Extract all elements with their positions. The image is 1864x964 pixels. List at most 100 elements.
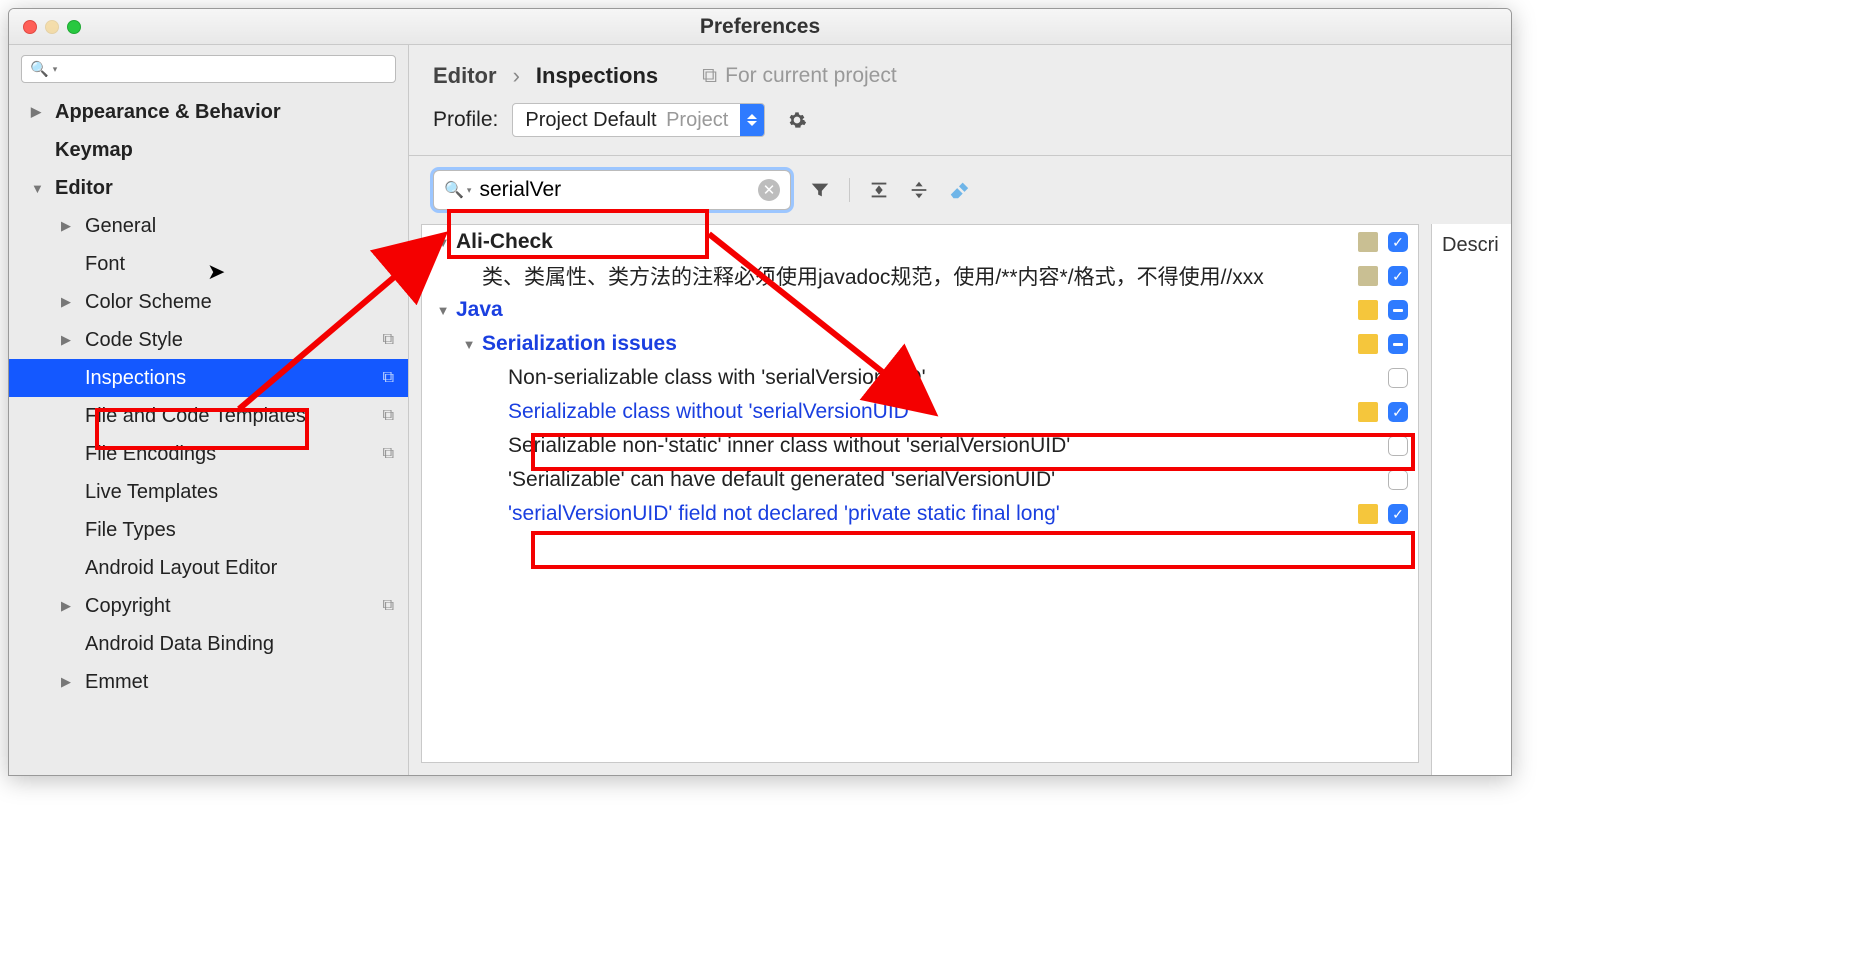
inspection-row[interactable]: 'Serializable' can have default generate… — [422, 463, 1418, 497]
search-icon: 🔍 — [30, 60, 49, 78]
checkbox[interactable]: ✓ — [1388, 402, 1408, 422]
expand-all-icon[interactable] — [868, 179, 890, 201]
collapse-all-icon[interactable] — [908, 179, 930, 201]
sidebar-item-file-and-code-templates[interactable]: File and Code Templates⧉ — [9, 397, 408, 435]
profile-select[interactable]: Project Default Project — [512, 103, 765, 137]
copy-icon: ⧉ — [383, 445, 394, 463]
severity-icon — [1358, 232, 1378, 252]
sidebar-item-keymap[interactable]: Keymap — [9, 131, 408, 169]
checkbox[interactable] — [1388, 470, 1408, 490]
chevron-down-icon: ▾ — [467, 185, 472, 196]
close-icon[interactable] — [23, 20, 37, 34]
cursor-icon: ➤ — [207, 259, 225, 285]
sidebar-item-label: File Types — [85, 519, 176, 542]
chevron-icon: ▼ — [31, 181, 45, 196]
severity-icon — [1358, 266, 1378, 286]
sidebar-item-android-data-binding[interactable]: Android Data Binding — [9, 625, 408, 663]
inspection-row[interactable]: ▼ Serialization issues — [422, 327, 1418, 361]
sidebar-item-label: Code Style — [85, 329, 183, 352]
checkbox[interactable]: ✓ — [1388, 266, 1408, 286]
checkbox[interactable]: ✓ — [1388, 232, 1408, 252]
inspection-label: 'Serializable' can have default generate… — [508, 468, 1358, 492]
sidebar-item-emmet[interactable]: ▶ Emmet — [9, 663, 408, 701]
sidebar-item-copyright[interactable]: ▶Copyright⧉ — [9, 587, 408, 625]
inspection-label: Java — [456, 298, 1358, 322]
eraser-icon[interactable] — [948, 179, 970, 201]
window-title: Preferences — [700, 15, 820, 39]
chevron-icon: ▼ — [436, 303, 450, 318]
inspection-tree[interactable]: ▼ Ali-Check ✓ 类、类属性、类方法的注释必须使用javadoc规范，使用/… — [421, 224, 1419, 763]
gear-icon[interactable] — [787, 110, 807, 130]
severity-icon — [1358, 504, 1378, 524]
inspection-row[interactable]: 'serialVersionUID' field not declared 'p… — [422, 497, 1418, 531]
chevron-down-icon: ▾ — [53, 64, 58, 75]
window-controls — [9, 20, 81, 34]
sidebar-item-live-templates[interactable]: Live Templates — [9, 473, 408, 511]
scope-label: ⧉ For current project — [702, 64, 897, 88]
separator — [849, 178, 850, 202]
chevron-updown-icon[interactable] — [740, 104, 764, 136]
checkbox[interactable] — [1388, 436, 1408, 456]
inspection-search[interactable]: 🔍 ▾ ✕ — [433, 170, 791, 210]
main-panel: Editor › Inspections ⧉ For current proje… — [409, 45, 1511, 775]
description-panel: Descri — [1431, 224, 1511, 775]
inspection-label: Ali-Check — [456, 230, 1358, 254]
inspection-row[interactable]: Serializable class without 'serialVersio… — [422, 395, 1418, 429]
sidebar-item-file-types[interactable]: File Types — [9, 511, 408, 549]
checkbox[interactable] — [1388, 368, 1408, 388]
sidebar-search[interactable]: 🔍 ▾ — [21, 55, 396, 83]
inspection-toolbar: 🔍 ▾ ✕ — [409, 156, 1511, 224]
copy-icon: ⧉ — [383, 331, 394, 349]
description-header: Descri — [1432, 234, 1511, 257]
inspection-row[interactable]: Non-serializable class with 'serialVersi… — [422, 361, 1418, 395]
inspection-label: 类、类属性、类方法的注释必须使用javadoc规范，使用/**内容*/格式，不得… — [482, 261, 1358, 291]
sidebar-item-general[interactable]: ▶General — [9, 207, 408, 245]
breadcrumb-current: Inspections — [536, 63, 658, 89]
chevron-icon: ▶ — [61, 674, 75, 690]
sidebar-item-code-style[interactable]: ▶ Code Style ⧉ — [9, 321, 408, 359]
inspection-row[interactable]: ▼Ali-Check✓ — [422, 225, 1418, 259]
severity-icon — [1358, 402, 1378, 422]
checkbox[interactable] — [1388, 334, 1408, 354]
sidebar-item-inspections[interactable]: Inspections ⧉ — [9, 359, 408, 397]
sidebar-item-label: Android Layout Editor — [85, 557, 277, 580]
copy-icon: ⧉ — [383, 597, 394, 615]
chevron-icon: ▶ — [61, 332, 75, 348]
zoom-icon[interactable] — [67, 20, 81, 34]
sidebar-item-color-scheme[interactable]: ▶ Color Scheme — [9, 283, 408, 321]
chevron-icon: ▼ — [462, 337, 476, 352]
titlebar: Preferences — [9, 9, 1511, 45]
inspection-search-input[interactable] — [479, 178, 758, 202]
copy-icon: ⧉ — [383, 407, 394, 425]
copy-icon: ⧉ — [383, 369, 394, 387]
checkbox[interactable] — [1388, 300, 1408, 320]
chevron-icon: ▶ — [61, 294, 75, 310]
chevron-icon: ▶ — [31, 104, 45, 120]
sidebar-item-editor[interactable]: ▼Editor — [9, 169, 408, 207]
sidebar-item-file-encodings[interactable]: File Encodings ⧉ — [9, 435, 408, 473]
sidebar-search-input[interactable] — [63, 60, 387, 78]
inspection-row[interactable]: 类、类属性、类方法的注释必须使用javadoc规范，使用/**内容*/格式，不得… — [422, 259, 1418, 293]
sidebar-item-label: Emmet — [85, 671, 148, 694]
chevron-right-icon: › — [513, 63, 520, 89]
breadcrumb-parent[interactable]: Editor — [433, 63, 497, 89]
inspection-row[interactable]: ▼ Java — [422, 293, 1418, 327]
sidebar-item-label: Font — [85, 253, 125, 276]
sidebar-item-label: Appearance & Behavior — [55, 101, 281, 124]
minimize-icon[interactable] — [45, 20, 59, 34]
sidebar-item-label: Copyright — [85, 595, 171, 618]
sidebar-item-label: Color Scheme — [85, 291, 212, 314]
severity-icon — [1358, 300, 1378, 320]
inspection-label: Serializable non-'static' inner class wi… — [508, 434, 1358, 458]
filter-icon[interactable] — [809, 179, 831, 201]
sidebar-item-label: File Encodings — [85, 443, 216, 466]
inspection-row[interactable]: Serializable non-'static' inner class wi… — [422, 429, 1418, 463]
inspection-label: Serialization issues — [482, 332, 1358, 356]
severity-icon — [1358, 334, 1378, 354]
profile-label: Profile: — [433, 108, 498, 132]
sidebar-item-label: Inspections — [85, 367, 186, 390]
checkbox[interactable]: ✓ — [1388, 504, 1408, 524]
sidebar-item-appearance-behavior[interactable]: ▶ Appearance & Behavior — [9, 93, 408, 131]
clear-icon[interactable]: ✕ — [758, 179, 780, 201]
sidebar-item-android-layout-editor[interactable]: Android Layout Editor — [9, 549, 408, 587]
